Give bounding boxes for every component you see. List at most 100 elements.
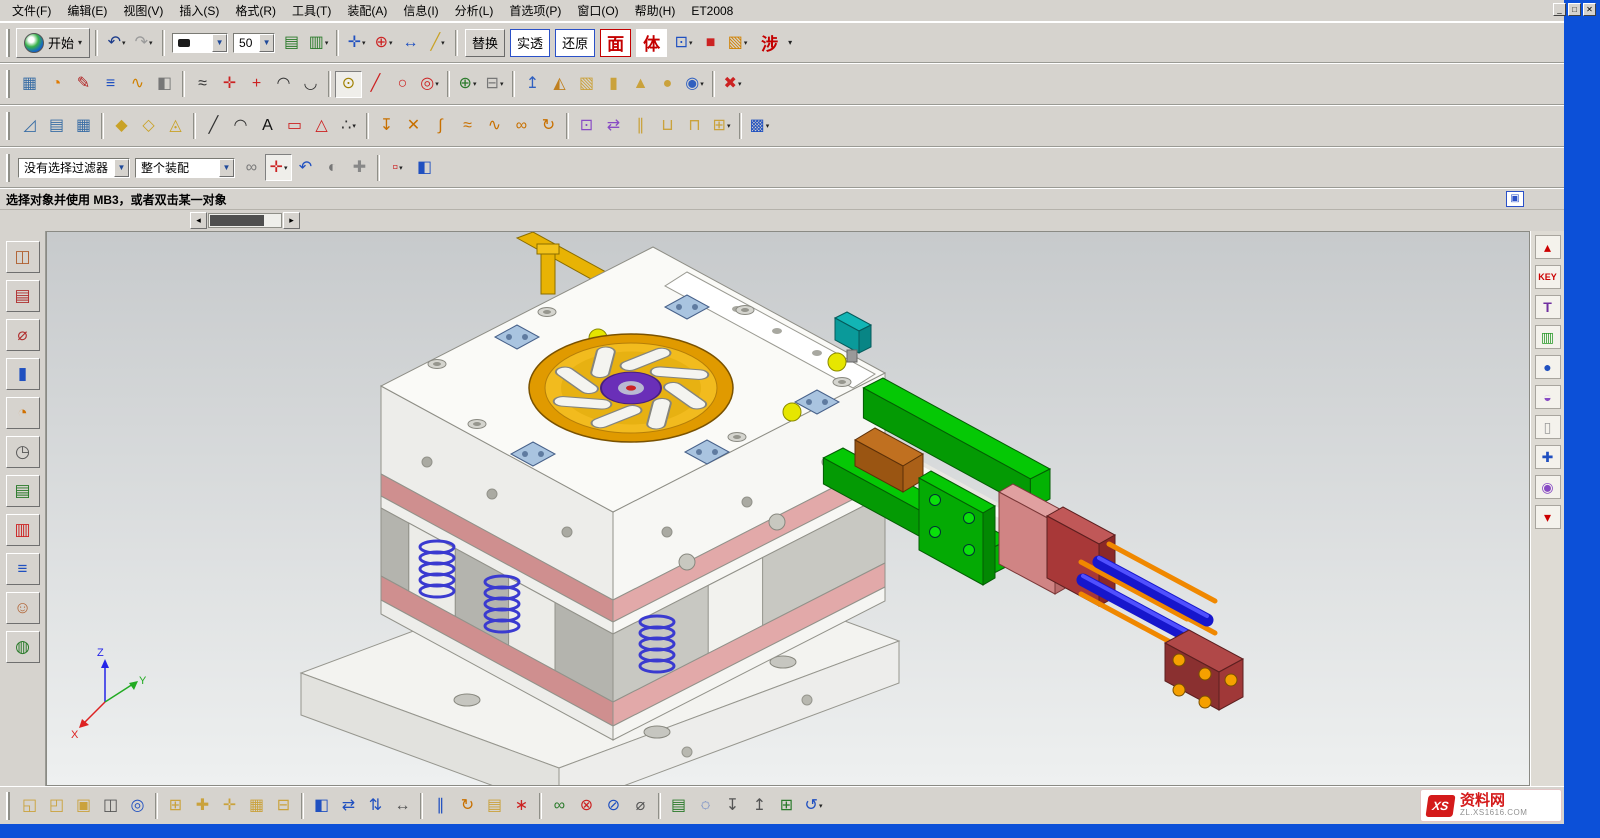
sheet-body-icon[interactable]: ▦ xyxy=(16,71,43,98)
delete-face-icon[interactable]: ✖▾ xyxy=(719,71,746,98)
chevron-down-icon[interactable]: ▾ xyxy=(284,164,288,172)
block-icon[interactable]: ▧ xyxy=(573,71,600,98)
bridge-curve-icon[interactable]: ∿ xyxy=(481,113,508,140)
chevron-down-icon[interactable]: ▾ xyxy=(689,39,693,47)
open-component-icon[interactable]: ◰ xyxy=(43,792,70,819)
joints-icon[interactable]: ◉ xyxy=(1535,475,1561,499)
interpart-link-icon[interactable]: ∞ xyxy=(238,154,265,181)
chevron-down-icon[interactable]: ▾ xyxy=(738,80,742,88)
chevron-down-icon[interactable]: ▾ xyxy=(788,38,792,47)
sequence-icon[interactable]: ⇄ xyxy=(335,792,362,819)
templates-icon[interactable]: T xyxy=(1535,295,1561,319)
rotate-view-icon[interactable]: ↶ xyxy=(292,154,319,181)
key-icon[interactable]: KEY xyxy=(1535,265,1561,289)
point-set-icon[interactable]: ∴▾ xyxy=(335,113,362,140)
interference-check-icon[interactable]: ⊗ xyxy=(573,792,600,819)
snap-point-icon[interactable]: ✛▾ xyxy=(265,154,292,181)
measure-distance-icon[interactable]: ↔ xyxy=(397,29,424,56)
component-properties-icon[interactable]: ▣ xyxy=(70,792,97,819)
clearance-analysis-icon[interactable]: ⊘ xyxy=(600,792,627,819)
section-curve-icon[interactable]: ∫ xyxy=(427,113,454,140)
list-icon[interactable]: ≡ xyxy=(6,553,40,585)
chevron-down-icon[interactable]: ▾ xyxy=(325,39,329,47)
toolbar-grip[interactable] xyxy=(6,112,10,140)
assembly-constraints-icon[interactable]: ∥ xyxy=(427,792,454,819)
arc-icon[interactable]: ◠ xyxy=(270,71,297,98)
measure-icon[interactable]: ⌀ xyxy=(627,792,654,819)
menu-item[interactable]: 帮助(H) xyxy=(627,0,684,22)
extrude-icon[interactable]: ↥ xyxy=(519,71,546,98)
arrangements-icon[interactable]: ▤ xyxy=(481,792,508,819)
graphics-viewport[interactable]: Z Y X xyxy=(46,231,1530,786)
new-component-icon[interactable]: ✚ xyxy=(189,792,216,819)
spreadsheet-icon[interactable]: ⊞ xyxy=(773,792,800,819)
chevron-down-icon[interactable]: ▾ xyxy=(441,39,445,47)
shaded-wireframe-icon[interactable]: ◐ xyxy=(319,154,346,181)
cylinder-icon[interactable]: ▮ xyxy=(600,71,627,98)
reuse-library-icon[interactable]: ▯ xyxy=(1535,415,1561,439)
menu-item[interactable]: ET2008 xyxy=(683,1,741,21)
hole-icon[interactable]: ◉▾ xyxy=(681,71,708,98)
assembly-navigator-icon[interactable]: ◫ xyxy=(97,792,124,819)
spinner-caret-icon[interactable]: ▼ xyxy=(259,34,274,52)
boolean-subtract-icon[interactable]: ⊟▾ xyxy=(481,71,508,98)
chevron-down-icon[interactable]: ▾ xyxy=(766,122,770,130)
chevron-down-icon[interactable]: ▾ xyxy=(435,80,439,88)
dimension-tool-icon[interactable]: ⌀ xyxy=(6,319,40,351)
pie-chart-icon[interactable]: ◔ xyxy=(6,397,40,429)
rotary-cavity-disc[interactable] xyxy=(529,334,733,442)
dialog-rail-icon[interactable]: ▣ xyxy=(1506,191,1524,207)
export-icon[interactable]: ↧ xyxy=(719,792,746,819)
window-layout-icon[interactable]: ◫ xyxy=(6,241,40,273)
scrub-right-icon[interactable]: ▸ xyxy=(283,212,300,229)
show-dof-icon[interactable]: ↻ xyxy=(454,792,481,819)
wave-geometry-icon[interactable]: ⇄ xyxy=(600,113,627,140)
chevron-down-icon[interactable]: ▾ xyxy=(149,39,153,47)
menu-item[interactable]: 窗口(O) xyxy=(569,0,626,22)
ruler-icon[interactable]: ╱▾ xyxy=(424,29,451,56)
cone-icon[interactable]: ▲ xyxy=(627,71,654,98)
mirror-assembly-icon[interactable]: ◧ xyxy=(308,792,335,819)
add-component-icon[interactable]: ⊞ xyxy=(162,792,189,819)
menu-item[interactable]: 信息(I) xyxy=(395,0,446,22)
materials-icon[interactable]: ● xyxy=(1535,355,1561,379)
layer-stack-icon[interactable]: ≡ xyxy=(97,71,124,98)
menu-item[interactable]: 首选项(P) xyxy=(501,0,569,22)
polygon-icon[interactable]: △ xyxy=(308,113,335,140)
wade-button[interactable]: 涉 xyxy=(754,29,785,57)
circle-icon[interactable]: ○ xyxy=(389,71,416,98)
freeform-icon[interactable]: ◧ xyxy=(151,71,178,98)
studio-spline-icon[interactable]: ≈ xyxy=(189,71,216,98)
maximize-button[interactable]: □ xyxy=(1568,3,1581,16)
undo-icon[interactable]: ↶▾ xyxy=(103,29,130,56)
suppress-component-icon[interactable]: ⊟ xyxy=(270,792,297,819)
body-button[interactable]: 体 xyxy=(636,29,667,57)
ruled-surface-icon[interactable]: ◿ xyxy=(16,113,43,140)
chevron-down-icon[interactable]: ▾ xyxy=(362,39,366,47)
revolve-icon[interactable]: ◭ xyxy=(546,71,573,98)
chevron-down-icon[interactable]: ▾ xyxy=(727,122,731,130)
menu-item[interactable]: 工具(T) xyxy=(284,0,339,22)
toolbar-grip[interactable] xyxy=(6,154,10,182)
line-icon[interactable]: ╱ xyxy=(362,71,389,98)
wrap-curve-icon[interactable]: ↻ xyxy=(535,113,562,140)
scrub-left-icon[interactable]: ◂ xyxy=(190,212,207,229)
scroll-up-icon[interactable]: ▴ xyxy=(1535,235,1561,259)
gauge-icon[interactable]: ▮ xyxy=(6,358,40,390)
instance-feature-icon[interactable]: ▩▾ xyxy=(746,113,773,140)
red-block-icon[interactable]: ■ xyxy=(697,29,724,56)
revolved-surface-icon[interactable]: ◔ xyxy=(43,71,70,98)
line-icon[interactable]: ╱ xyxy=(200,113,227,140)
menu-item[interactable]: 分析(L) xyxy=(447,0,502,22)
chevron-down-icon[interactable]: ▾ xyxy=(122,39,126,47)
chevron-down-icon[interactable]: ▾ xyxy=(399,164,403,172)
update-icon[interactable]: ↺▾ xyxy=(800,792,827,819)
project-curve-icon[interactable]: ↧ xyxy=(373,113,400,140)
toolbar-grip[interactable] xyxy=(6,792,10,820)
menu-item[interactable]: 格式(R) xyxy=(227,0,284,22)
menu-item[interactable]: 插入(S) xyxy=(171,0,227,22)
shaded-display-icon[interactable]: ◧ xyxy=(411,154,438,181)
sketch-icon[interactable]: ✎ xyxy=(70,71,97,98)
create-in-place-icon[interactable]: ✛ xyxy=(216,792,243,819)
menu-item[interactable]: 装配(A) xyxy=(339,0,395,22)
